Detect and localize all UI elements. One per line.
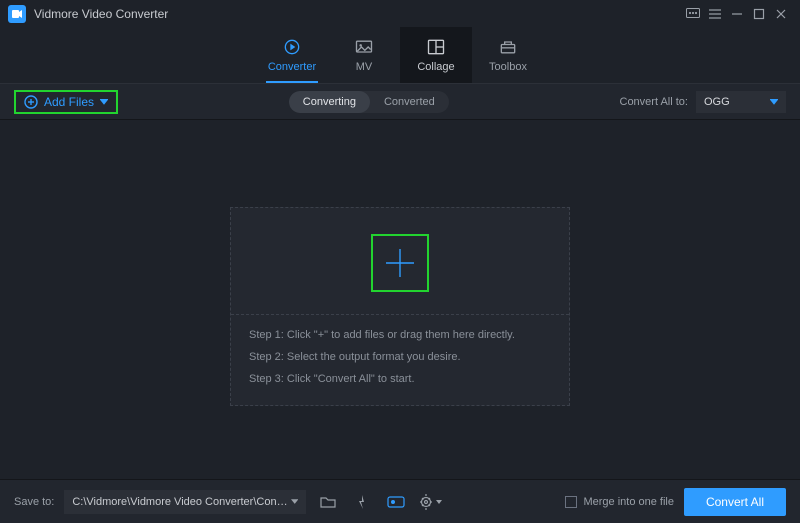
tab-toolbox[interactable]: Toolbox [472, 27, 544, 83]
toolbar: Add Files Converting Converted Convert A… [0, 84, 800, 120]
close-button[interactable] [770, 3, 792, 25]
save-path-value: C:\Vidmore\Vidmore Video Converter\Conve… [72, 496, 291, 508]
tab-label: Collage [417, 61, 454, 73]
segment-converting[interactable]: Converting [289, 91, 370, 113]
chevron-down-icon [770, 99, 778, 105]
state-segmented: Converting Converted [289, 91, 449, 113]
convert-all-to-label: Convert All to: [620, 96, 688, 108]
save-path-select[interactable]: C:\Vidmore\Vidmore Video Converter\Conve… [64, 490, 306, 514]
tab-converter[interactable]: Converter [256, 27, 328, 83]
tab-label: Converter [268, 61, 316, 73]
menu-icon[interactable] [704, 3, 726, 25]
segment-converted[interactable]: Converted [370, 91, 449, 113]
merge-label: Merge into one file [583, 496, 674, 508]
app-title: Vidmore Video Converter [34, 7, 168, 21]
step-text: Step 3: Click "Convert All" to start. [249, 373, 551, 385]
app-logo [8, 5, 26, 23]
chevron-down-icon [291, 499, 298, 505]
main-content: Step 1: Click "+" to add files or drag t… [0, 120, 800, 479]
feedback-icon[interactable] [682, 3, 704, 25]
tab-collage[interactable]: Collage [400, 27, 472, 83]
chevron-down-icon [100, 99, 108, 105]
drop-area[interactable]: Step 1: Click "+" to add files or drag t… [230, 207, 570, 406]
add-files-button[interactable]: Add Files [14, 90, 118, 114]
step-text: Step 1: Click "+" to add files or drag t… [249, 329, 551, 341]
app-window: Vidmore Video Converter Converter MV [0, 0, 800, 523]
convert-all-button[interactable]: Convert All [684, 488, 786, 516]
tab-label: Toolbox [489, 61, 527, 73]
output-format-select[interactable]: OGG [696, 91, 786, 113]
chevron-down-icon [436, 500, 442, 504]
merge-checkbox[interactable]: Merge into one file [565, 496, 674, 508]
save-to-label: Save to: [14, 496, 54, 508]
settings-button[interactable] [418, 490, 442, 514]
minimize-button[interactable] [726, 3, 748, 25]
tab-label: MV [356, 61, 373, 73]
footer-bar: Save to: C:\Vidmore\Vidmore Video Conver… [0, 479, 800, 523]
title-bar: Vidmore Video Converter [0, 0, 800, 28]
format-selected-value: OGG [704, 96, 730, 108]
add-files-plus-button[interactable] [371, 234, 429, 292]
tab-mv[interactable]: MV [328, 27, 400, 83]
maximize-button[interactable] [748, 3, 770, 25]
open-folder-button[interactable] [316, 490, 340, 514]
add-files-label: Add Files [44, 95, 94, 109]
step-text: Step 2: Select the output format you des… [249, 351, 551, 363]
instruction-steps: Step 1: Click "+" to add files or drag t… [231, 315, 569, 405]
convert-all-to: Convert All to: OGG [620, 91, 786, 113]
gpu-accel-off-icon[interactable] [350, 490, 374, 514]
main-nav: Converter MV Collage Toolbox [0, 28, 800, 84]
checkbox-box [565, 496, 577, 508]
high-speed-on-icon[interactable] [384, 490, 408, 514]
